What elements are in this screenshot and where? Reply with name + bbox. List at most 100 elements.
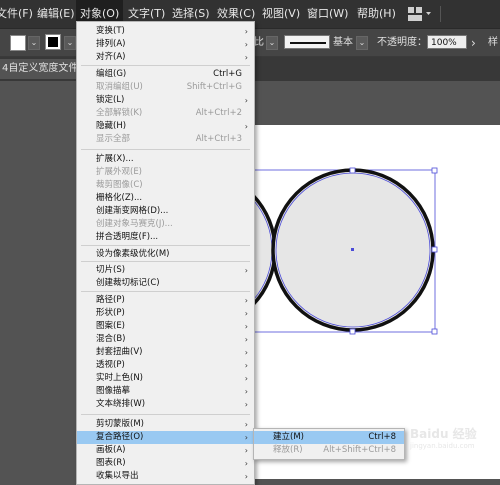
object-menu-item[interactable]: 拼合透明度(F)... [77, 231, 254, 244]
menu-separator [81, 65, 250, 66]
handle-top-right [431, 167, 438, 174]
compound-path-submenu: 建立(M) Ctrl+8 释放(R) Alt+Shift+Ctrl+8 [253, 428, 405, 460]
object-menu-item[interactable]: 剪切蒙版(M) › [77, 418, 254, 431]
object-menu-item[interactable]: 设为像素级优化(M) [77, 248, 254, 261]
object-menu-item[interactable]: 全部解锁(K) Alt+Ctrl+2 [77, 107, 254, 120]
menu-item-label: 栅格化(Z)... [96, 193, 143, 203]
object-menu-item[interactable]: 图表(R) › [77, 457, 254, 470]
handle-top-center [349, 167, 356, 174]
chevron-right-icon: › [244, 309, 248, 318]
menu-item-shortcut: Shift+Ctrl+G [186, 82, 242, 92]
menu-item-label: 隐藏(H) [96, 121, 127, 131]
chevron-right-icon: › [244, 322, 248, 331]
menu-item-label: 裁剪图像(C) [96, 180, 143, 190]
object-menu-item[interactable]: 隐藏(H) › [77, 120, 254, 133]
menu-item-label: 创建对象马赛克(J)... [96, 219, 173, 229]
object-menu: 变换(T) › 排列(A) › 对齐(A) › 编组(G) Ctrl+G 取消编组(U) Shif… [76, 21, 255, 485]
menu-item-shortcut: Ctrl+G [213, 69, 242, 79]
chevron-right-icon: › [244, 472, 248, 481]
menu-item-label: 变换(T) [96, 26, 125, 36]
chevron-right-icon: › [244, 374, 248, 383]
menu-item-label: 混合(B) [96, 334, 126, 344]
menu-item-label: 图表(R) [96, 458, 126, 468]
chevron-right-icon: › [244, 53, 248, 62]
menu-separator [81, 414, 250, 415]
menu-item-label: 封套扭曲(V) [96, 347, 143, 357]
menu-separator [81, 291, 250, 292]
handle-bottom-center [349, 328, 356, 335]
center-point [351, 248, 354, 251]
chevron-right-icon: › [244, 446, 248, 455]
menu-separator [81, 245, 250, 246]
menu-item-label: 文本绕排(W) [96, 399, 146, 409]
chevron-right-icon: › [244, 459, 248, 468]
submenu-item-label: 建立(M) [273, 432, 304, 442]
submenu-item-label: 释放(R) [273, 445, 303, 455]
object-menu-item[interactable]: 切片(S) › [77, 264, 254, 277]
handle-middle-right [431, 246, 438, 253]
chevron-right-icon: › [244, 122, 248, 131]
object-menu-item[interactable]: 路径(P) › [77, 294, 254, 307]
object-menu-item[interactable]: 形状(P) › [77, 307, 254, 320]
menu-separator [81, 261, 250, 262]
chevron-right-icon: › [244, 361, 248, 370]
object-menu-item[interactable]: 文本绕排(W) › [77, 398, 254, 411]
chevron-right-icon: › [244, 27, 248, 36]
object-menu-item[interactable]: 对齐(A) › [77, 51, 254, 64]
menu-separator [81, 149, 250, 150]
object-menu-item[interactable]: 排列(A) › [77, 38, 254, 51]
object-menu-item[interactable]: 扩展外观(E) [77, 166, 254, 179]
object-menu-item[interactable]: 创建渐变网格(D)... [77, 205, 254, 218]
chevron-right-icon: › [244, 296, 248, 305]
object-menu-item[interactable]: 实时上色(N) › [77, 372, 254, 385]
object-menu-item[interactable]: 收集以导出 › [77, 470, 254, 483]
object-menu-item[interactable]: 混合(B) › [77, 333, 254, 346]
watermark: Baidu 经验 jingyan.baidu.com [410, 425, 477, 450]
chevron-right-icon: › [244, 40, 248, 49]
menu-item-label: 对齐(A) [96, 52, 126, 62]
menu-item-label: 锁定(L) [96, 95, 125, 105]
watermark-text: Baidu 经验 [410, 427, 477, 441]
object-menu-item[interactable]: 扩展(X)... [77, 153, 254, 166]
menu-item-shortcut: Alt+Ctrl+3 [195, 134, 242, 144]
chevron-right-icon: › [244, 387, 248, 396]
watermark-subtext: jingyan.baidu.com [410, 442, 475, 450]
object-menu-item[interactable]: 裁剪图像(C) [77, 179, 254, 192]
submenu-item[interactable]: 释放(R) Alt+Shift+Ctrl+8 [254, 444, 404, 457]
menu-item-label: 拼合透明度(F)... [96, 232, 159, 242]
menu-item-label: 排列(A) [96, 39, 126, 49]
object-menu-item[interactable]: 锁定(L) › [77, 94, 254, 107]
submenu-item-shortcut: Ctrl+8 [368, 432, 396, 442]
object-menu-item[interactable]: 创建裁切标记(C) [77, 277, 254, 290]
object-menu-item[interactable]: 透视(P) › [77, 359, 254, 372]
menu-item-label: 创建渐变网格(D)... [96, 206, 169, 216]
chevron-right-icon: › [244, 420, 248, 429]
object-menu-item[interactable]: 栅格化(Z)... [77, 192, 254, 205]
object-menu-item[interactable]: 封套扭曲(V) › [77, 346, 254, 359]
object-menu-item[interactable]: 取消编组(U) Shift+Ctrl+G [77, 81, 254, 94]
menu-item-label: 取消编组(U) [96, 82, 143, 92]
menu-item-label: 剪切蒙版(M) [96, 419, 144, 429]
object-menu-item[interactable]: 变换(T) › [77, 25, 254, 38]
object-menu-item[interactable]: 画板(A) › [77, 444, 254, 457]
object-menu-item[interactable]: 创建对象马赛克(J)... [77, 218, 254, 231]
menu-item-label: 显示全部 [96, 134, 131, 144]
handle-bottom-right [431, 328, 438, 335]
menu-item-label: 收集以导出 [96, 471, 139, 481]
menu-item-label: 复合路径(O) [96, 432, 144, 442]
menu-item-label: 形状(P) [96, 308, 125, 318]
menu-item-label: 图案(E) [96, 321, 126, 331]
object-menu-item[interactable]: 编组(G) Ctrl+G [77, 68, 254, 81]
menu-item-label: 编组(G) [96, 69, 127, 79]
object-menu-item[interactable]: 图像描摹 › [77, 385, 254, 398]
menu-item-label: 创建裁切标记(C) [96, 278, 160, 288]
menu-item-label: 切片(S) [96, 265, 126, 275]
menu-item-label: 路径(P) [96, 295, 125, 305]
chevron-right-icon: › [244, 335, 248, 344]
object-menu-item[interactable]: 图案(E) › [77, 320, 254, 333]
menu-item-label: 透视(P) [96, 360, 125, 370]
submenu-item[interactable]: 建立(M) Ctrl+8 [254, 431, 404, 444]
object-menu-item[interactable]: 显示全部 Alt+Ctrl+3 [77, 133, 254, 146]
chevron-right-icon: › [244, 96, 248, 105]
object-menu-item[interactable]: 复合路径(O) › [77, 431, 254, 444]
